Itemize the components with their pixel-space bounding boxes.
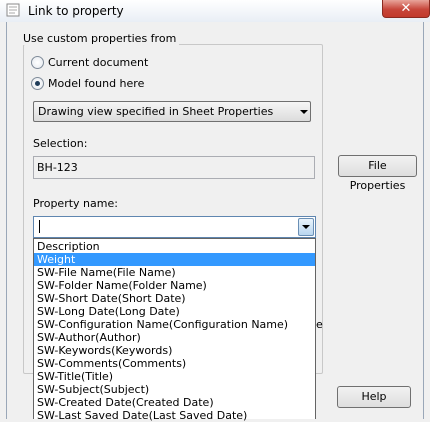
list-item[interactable]: SW-File Name(File Name) <box>34 266 315 279</box>
list-item[interactable]: SW-Short Date(Short Date) <box>34 292 315 305</box>
close-button[interactable]: ✕ <box>382 0 430 18</box>
title-bar: Link to property ✕ <box>0 0 430 22</box>
list-item[interactable]: SW-Subject(Subject) <box>34 383 315 396</box>
radio-current-document-label: Current document <box>48 56 149 69</box>
list-item[interactable]: SW-Comments(Comments) <box>34 357 315 370</box>
close-icon: ✕ <box>400 1 412 16</box>
window-icon <box>6 3 20 17</box>
radio-model-found-here-label: Model found here <box>48 77 145 90</box>
chevron-down-icon <box>300 110 308 114</box>
list-item[interactable]: SW-Author(Author) <box>34 331 315 344</box>
property-name-combobox[interactable] <box>33 216 316 238</box>
help-button-label: Help <box>361 390 387 403</box>
selection-label: Selection: <box>33 137 88 150</box>
list-item[interactable]: SW-Last Saved Date(Last Saved Date) <box>34 409 315 422</box>
dropdown-button[interactable] <box>298 218 314 236</box>
list-item[interactable]: SW-Folder Name(Folder Name) <box>34 279 315 292</box>
list-item[interactable]: SW-Long Date(Long Date) <box>34 305 315 318</box>
list-item[interactable]: SW-Title(Title) <box>34 370 315 383</box>
list-item[interactable]: SW-Configuration Name(Configuration Name… <box>34 318 315 331</box>
window-title: Link to property <box>28 4 124 18</box>
group-legend: Use custom properties from <box>20 32 180 45</box>
help-button[interactable]: Help <box>337 386 411 408</box>
list-item[interactable]: SW-Keywords(Keywords) <box>34 344 315 357</box>
property-name-label: Property name: <box>33 197 118 210</box>
radio-button-icon[interactable] <box>31 56 44 69</box>
model-source-select[interactable]: Drawing view specified in Sheet Properti… <box>33 101 311 122</box>
radio-button-checked-icon[interactable] <box>31 77 44 90</box>
text-caret <box>39 220 40 233</box>
list-item[interactable]: SW-Created Date(Created Date) <box>34 396 315 409</box>
file-properties-button[interactable]: File Properties <box>338 155 417 192</box>
file-properties-label: File Properties <box>349 159 406 192</box>
list-item-selected[interactable]: Weight <box>34 253 315 266</box>
list-item[interactable]: Description <box>34 240 315 253</box>
chevron-down-icon <box>302 225 310 229</box>
property-name-dropdown-list[interactable]: Description Weight SW-File Name(File Nam… <box>33 238 316 422</box>
clipped-text: e <box>316 318 323 331</box>
selection-field: BH-123 <box>33 156 315 179</box>
selection-value: BH-123 <box>37 161 78 174</box>
model-source-value: Drawing view specified in Sheet Properti… <box>38 105 274 118</box>
